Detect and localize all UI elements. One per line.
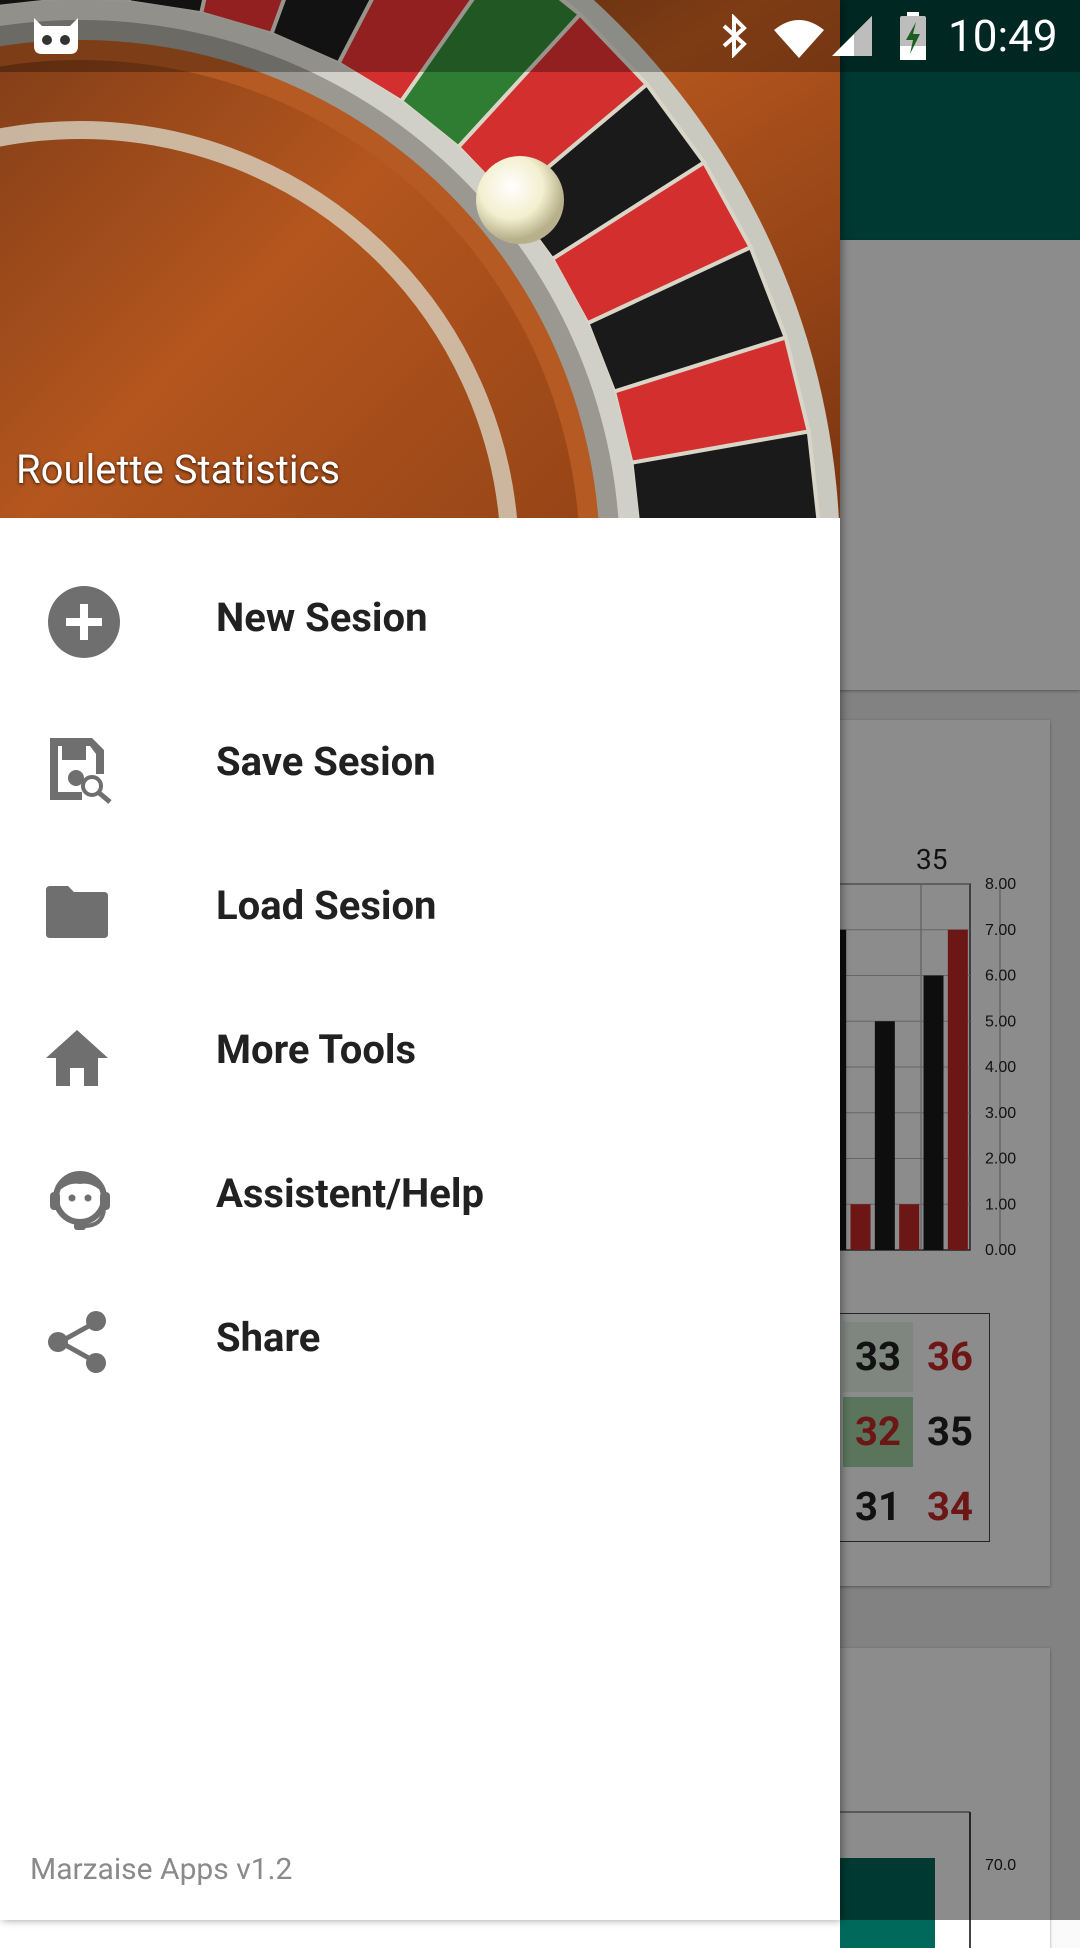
cyanogen-icon <box>34 18 78 54</box>
folder-icon <box>46 878 110 942</box>
menu-item-assistant-help[interactable]: Assistent/Help <box>0 1126 840 1270</box>
share-icon <box>46 1310 110 1374</box>
navigation-drawer: Roulette Statistics New Sesion Save Sesi… <box>0 0 840 1920</box>
roulette-wheel-image <box>0 0 840 518</box>
app-version-footer: Marzaise Apps v1.2 <box>30 1852 293 1887</box>
menu-label: More Tools <box>216 1026 417 1073</box>
save-icon <box>46 734 112 804</box>
home-icon <box>46 1022 110 1086</box>
support-agent-icon <box>46 1166 110 1230</box>
menu-item-save-session[interactable]: Save Sesion <box>0 694 840 838</box>
menu-label: Share <box>216 1314 321 1361</box>
menu-item-share[interactable]: Share <box>0 1270 840 1414</box>
status-time: 10:49 <box>948 10 1058 62</box>
menu-item-new-session[interactable]: New Sesion <box>0 550 840 694</box>
menu-label: Save Sesion <box>216 738 436 785</box>
menu-item-more-tools[interactable]: More Tools <box>0 982 840 1126</box>
drawer-title: Roulette Statistics <box>16 446 341 493</box>
status-bar: 10:49 <box>0 0 1080 72</box>
wifi-icon <box>774 20 824 58</box>
add-circle-icon <box>46 586 120 658</box>
roulette-ball <box>476 156 564 244</box>
menu-label: Load Sesion <box>216 882 437 929</box>
cell-signal-icon <box>832 16 872 56</box>
menu-label: Assistent/Help <box>216 1170 484 1217</box>
menu-item-load-session[interactable]: Load Sesion <box>0 838 840 982</box>
drawer-header: Roulette Statistics <box>0 0 840 518</box>
battery-icon <box>900 12 926 60</box>
menu-label: New Sesion <box>216 594 428 641</box>
bluetooth-icon <box>722 14 747 58</box>
